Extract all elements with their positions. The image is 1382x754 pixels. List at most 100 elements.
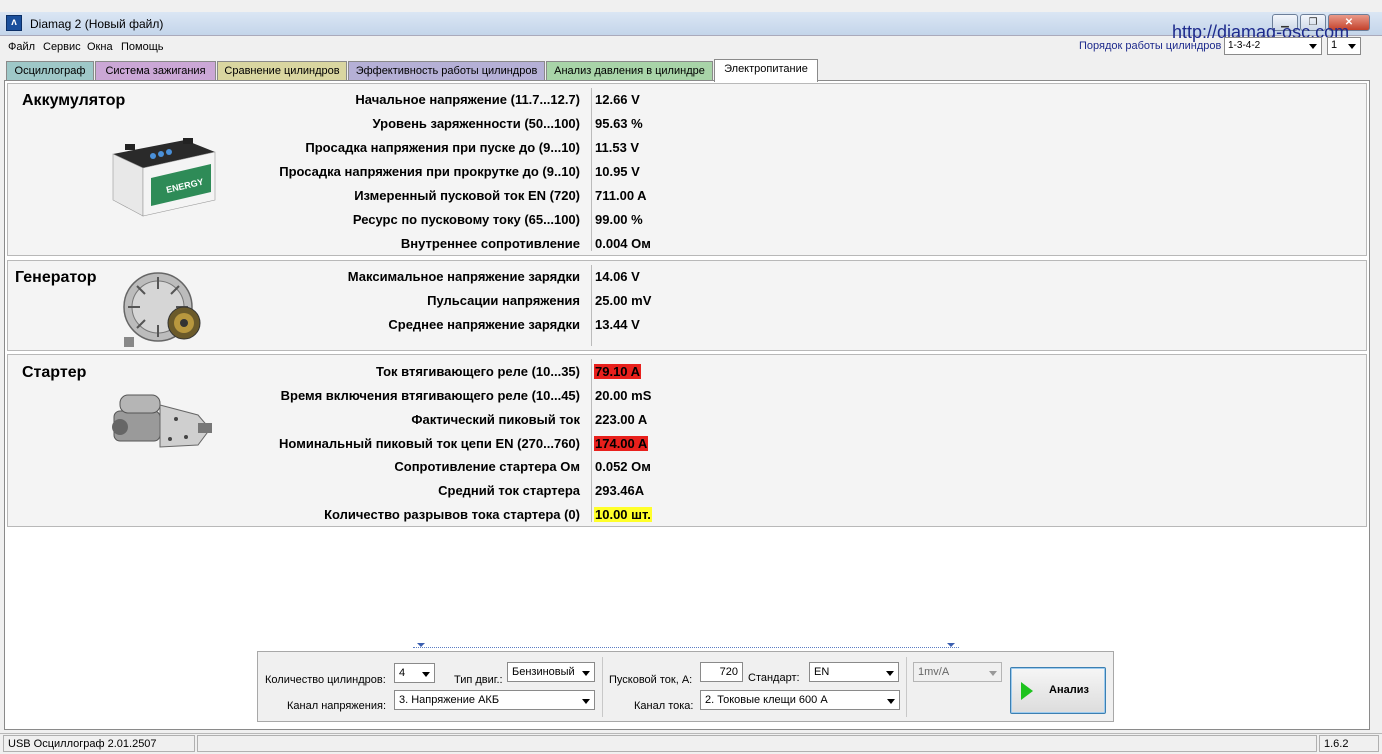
chevron-down-icon [582,699,590,704]
menu-file[interactable]: Файл [8,41,35,53]
battery-row-value: 12.66 V [595,92,640,107]
starter-row-label: Сопротивление стартера Ом [394,459,580,474]
chevron-down-icon [422,672,430,677]
analyze-button-label: Анализ [1049,684,1089,696]
starter-row-label: Номинальный пиковый ток цепи EN (270...7… [279,436,580,451]
battery-row-label: Уровень заряженности (50...100) [372,116,580,131]
scale-select[interactable]: 1mv/A [913,662,1002,682]
menu-service[interactable]: Сервис [43,41,81,53]
cylinders-select[interactable]: 4 [394,663,435,683]
generator-title: Генератор [15,269,97,286]
cylinders-label: Количество цилиндров: [265,674,386,686]
current-channel-label: Канал тока: [634,700,694,712]
standard-select[interactable]: EN [809,662,899,682]
generator-row-value: 25.00 mV [595,293,652,308]
current-channel-value: 2. Токовые клещи 600 А [705,694,828,706]
battery-row-value: 95.63 % [595,116,643,131]
chevron-down-icon [887,699,895,704]
battery-divider [591,88,592,251]
starter-row-value-alert: 79.10 A [594,364,642,379]
starter-row-label: Время включения втягивающего реле (10...… [280,388,580,403]
cranking-current-input[interactable]: 720 [700,662,743,682]
battery-row-value: 711.00 A [595,188,647,203]
starter-row-value: 0.052 Ом [595,459,651,474]
engine-type-select[interactable]: Бензиновый [507,662,595,682]
scale-value: 1mv/A [918,666,950,678]
starter-row-value: 293.46A [595,483,645,498]
starter-row-label: Фактический пиковый ток [411,412,580,427]
battery-row-label: Ресурс по пусковому току (65...100) [352,212,580,227]
tab-cylinder-efficiency[interactable]: Эффективность работы цилиндров [348,61,545,81]
cylinder-number-spinner[interactable]: 1 [1327,37,1361,55]
analyze-button[interactable]: Анализ [1010,667,1106,714]
battery-row-value: 99.00 % [595,212,643,227]
tab-cylinder-compare[interactable]: Сравнение цилиндров [217,61,347,81]
cylinder-order-value: 1-3-4-2 [1228,40,1261,51]
cylinder-order-select[interactable]: 1-3-4-2 [1224,37,1322,55]
engine-type-value: Бензиновый [512,666,575,678]
battery-title: Аккумулятор [22,92,126,109]
cranking-current-label: Пусковой ток, А: [609,674,693,686]
generator-row-value: 13.44 V [595,317,640,332]
panel-splitter[interactable] [413,643,959,648]
cylinder-order-label: Порядок работы цилиндров [1079,40,1222,52]
current-channel-select[interactable]: 2. Токовые клещи 600 А [700,690,900,710]
starter-row-value: 223.00 A [595,412,648,427]
menu-windows[interactable]: Окна [87,41,113,53]
separator [906,657,907,717]
status-bar: USB Осциллограф 2.01.2507 1.6.2 [0,733,1382,752]
device-status: USB Осциллограф 2.01.2507 [3,735,195,752]
starter-row-value-warning: 10.00 шт. [594,507,652,522]
battery-row-label: Внутреннее сопротивление [400,236,580,251]
tab-pressure-analysis[interactable]: Анализ давления в цилиндре [546,61,713,81]
chevron-down-icon [1309,44,1317,49]
starter-row-label: Средний ток стартера [438,483,580,498]
generator-row-label: Максимальное напряжение зарядки [347,269,580,284]
app-icon: ᴧ [6,15,22,31]
chevron-down-icon [582,671,590,676]
battery-row-value: 10.95 V [595,164,640,179]
voltage-channel-label: Канал напряжения: [287,700,386,712]
chevron-down-icon [989,671,997,676]
spinner-arrow-icon [1348,44,1356,49]
generator-image [123,272,201,347]
voltage-channel-value: 3. Напряжение АКБ [399,694,500,706]
starter-image [112,394,212,448]
battery-row-value: 0.004 Ом [595,236,651,251]
settings-panel: Количество цилиндров: 4 Тип двиг.: Бензи… [257,651,1114,722]
battery-row-label: Начальное напряжение (11.7...12.7) [355,92,580,107]
battery-row-value: 11.53 V [595,140,640,155]
starter-row-label: Количество разрывов тока стартера (0) [324,507,580,522]
voltage-channel-select[interactable]: 3. Напряжение АКБ [394,690,595,710]
power-supply-content: Аккумулятор ENERGY Начальное напряжение … [4,80,1370,730]
standard-value: EN [814,666,830,678]
splitter-arrow-icon [947,643,955,647]
separator [602,657,603,717]
status-empty-cell [197,735,1317,752]
starter-title: Стартер [22,364,87,381]
tab-ignition[interactable]: Система зажигания [95,61,216,81]
generator-panel: Генератор Максимальное напряжение зарядк… [7,260,1367,351]
splitter-arrow-icon [417,643,425,647]
generator-row-label: Среднее напряжение зарядки [388,317,580,332]
window-title: Diamag 2 (Новый файл) [30,17,164,31]
standard-label: Стандарт: [748,672,800,684]
play-icon [1021,682,1033,700]
battery-panel: Аккумулятор ENERGY Начальное напряжение … [7,83,1367,256]
battery-row-label: Просадка напряжения при прокрутке до (9.… [279,164,580,179]
starter-panel: Стартер Ток втягивающего реле (10...35) … [7,354,1367,527]
tab-power-supply[interactable]: Электропитание [714,59,818,82]
starter-divider [591,359,592,522]
tab-oscilloscope[interactable]: Осциллограф [6,61,94,81]
battery-image: ENERGY [112,138,216,217]
chevron-down-icon [886,671,894,676]
generator-row-value: 14.06 V [595,269,640,284]
menu-help[interactable]: Помощь [121,41,164,53]
cylinder-number-value: 1 [1331,39,1338,51]
starter-row-label: Ток втягивающего реле (10...35) [375,364,580,379]
cylinders-value: 4 [399,667,406,679]
battery-row-label: Просадка напряжения при пуске до (9...10… [305,140,580,155]
generator-divider [591,265,592,346]
engine-type-label: Тип двиг.: [454,674,503,686]
generator-row-label: Пульсации напряжения [427,293,580,308]
